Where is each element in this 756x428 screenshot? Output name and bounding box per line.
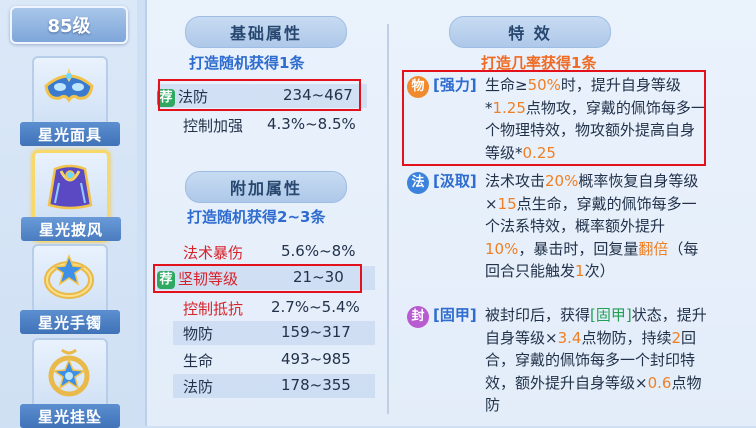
- level-tab[interactable]: 85级: [10, 6, 128, 44]
- effect-description: 被封印后，获得[固甲]状态，提升自身等级×3.4点物防，持续2回合，穿戴的佩饰每…: [485, 306, 707, 414]
- extra-attributes-header: 附加属性: [185, 171, 347, 203]
- sidebar-item-label: 星光面具: [20, 122, 120, 146]
- attr-name: 法防: [183, 378, 214, 396]
- attr-name: 物防: [183, 325, 214, 343]
- attr-value: 159~317: [281, 323, 351, 341]
- highlight-box: [402, 70, 706, 166]
- attr-value: 493~985: [281, 350, 351, 368]
- attr-value: 178~355: [281, 376, 351, 394]
- attribute-panel: 基础属性 打造随机获得1条 荐法防 234~467 控制加强 4.3%~8.5%…: [145, 0, 756, 426]
- equipment-sidebar: 85级 星光面具 星光披风 星光手镯 星光挂坠: [0, 0, 137, 428]
- highlight-box: [153, 264, 362, 293]
- bracelet-icon: [44, 253, 94, 299]
- sidebar-item-mask[interactable]: 星光面具: [20, 56, 120, 146]
- sidebar-item-label: 星光手镯: [20, 310, 120, 334]
- sidebar-item-pendant[interactable]: 星光挂坠: [20, 338, 120, 428]
- attr-value: 5.6%~8%: [281, 242, 356, 260]
- effect-tag: [汲取]: [433, 172, 477, 190]
- attr-value: 2.7%~5.4%: [271, 298, 360, 316]
- sidebar-item-bracelet[interactable]: 星光手镯: [20, 244, 120, 334]
- basic-attributes-header: 基础属性: [185, 16, 347, 48]
- seal-effect-icon: 封: [407, 306, 429, 328]
- special-effects-header: 特 效: [449, 16, 611, 48]
- extra-row-magic-defense: 法防 178~355: [173, 374, 375, 398]
- highlight-box: [158, 79, 361, 111]
- basic-attributes-subtitle: 打造随机获得1条: [189, 54, 305, 72]
- basic-row-control: 控制加强 4.3%~8.5%: [183, 113, 383, 137]
- attr-name: 法术暴伤: [183, 244, 244, 262]
- attr-name: 生命: [183, 352, 214, 370]
- extra-row-crit-damage: 法术暴伤 5.6%~8%: [183, 240, 383, 264]
- effect-tag: [固甲]: [433, 306, 477, 324]
- sidebar-item-label: 星光披风: [21, 217, 121, 241]
- effect-fortify: 封 [固甲] 被封印后，获得[固甲]状态，提升自身等级×3.4点物防，持续2回合…: [405, 304, 707, 418]
- extra-row-control-resist: 控制抵抗 2.7%~5.4%: [183, 296, 383, 320]
- extra-row-physical-defense: 物防 159~317: [173, 321, 375, 345]
- attr-name: 控制抵抗: [183, 300, 244, 318]
- effect-description: 法术攻击20%概率恢复自身等级×15点生命，穿戴的佩饰每多一个法系特效，概率额外…: [485, 172, 699, 280]
- pendant-icon: [48, 348, 90, 397]
- cape-icon: [47, 164, 93, 210]
- sidebar-item-cape[interactable]: 星光披风: [21, 150, 121, 242]
- attr-name: 控制加强: [183, 117, 244, 135]
- attr-value: 4.3%~8.5%: [267, 115, 356, 133]
- mask-icon: [44, 68, 94, 103]
- magic-effect-icon: 法: [407, 172, 429, 194]
- column-divider: [387, 24, 389, 414]
- effect-absorb: 法 [汲取] 法术攻击20%概率恢复自身等级×15点生命，穿戴的佩饰每多一个法系…: [405, 170, 705, 296]
- sidebar-item-label: 星光挂坠: [20, 404, 120, 428]
- extra-row-hp: 生命 493~985: [183, 348, 383, 372]
- extra-attributes-subtitle: 打造随机获得2~3条: [187, 208, 326, 226]
